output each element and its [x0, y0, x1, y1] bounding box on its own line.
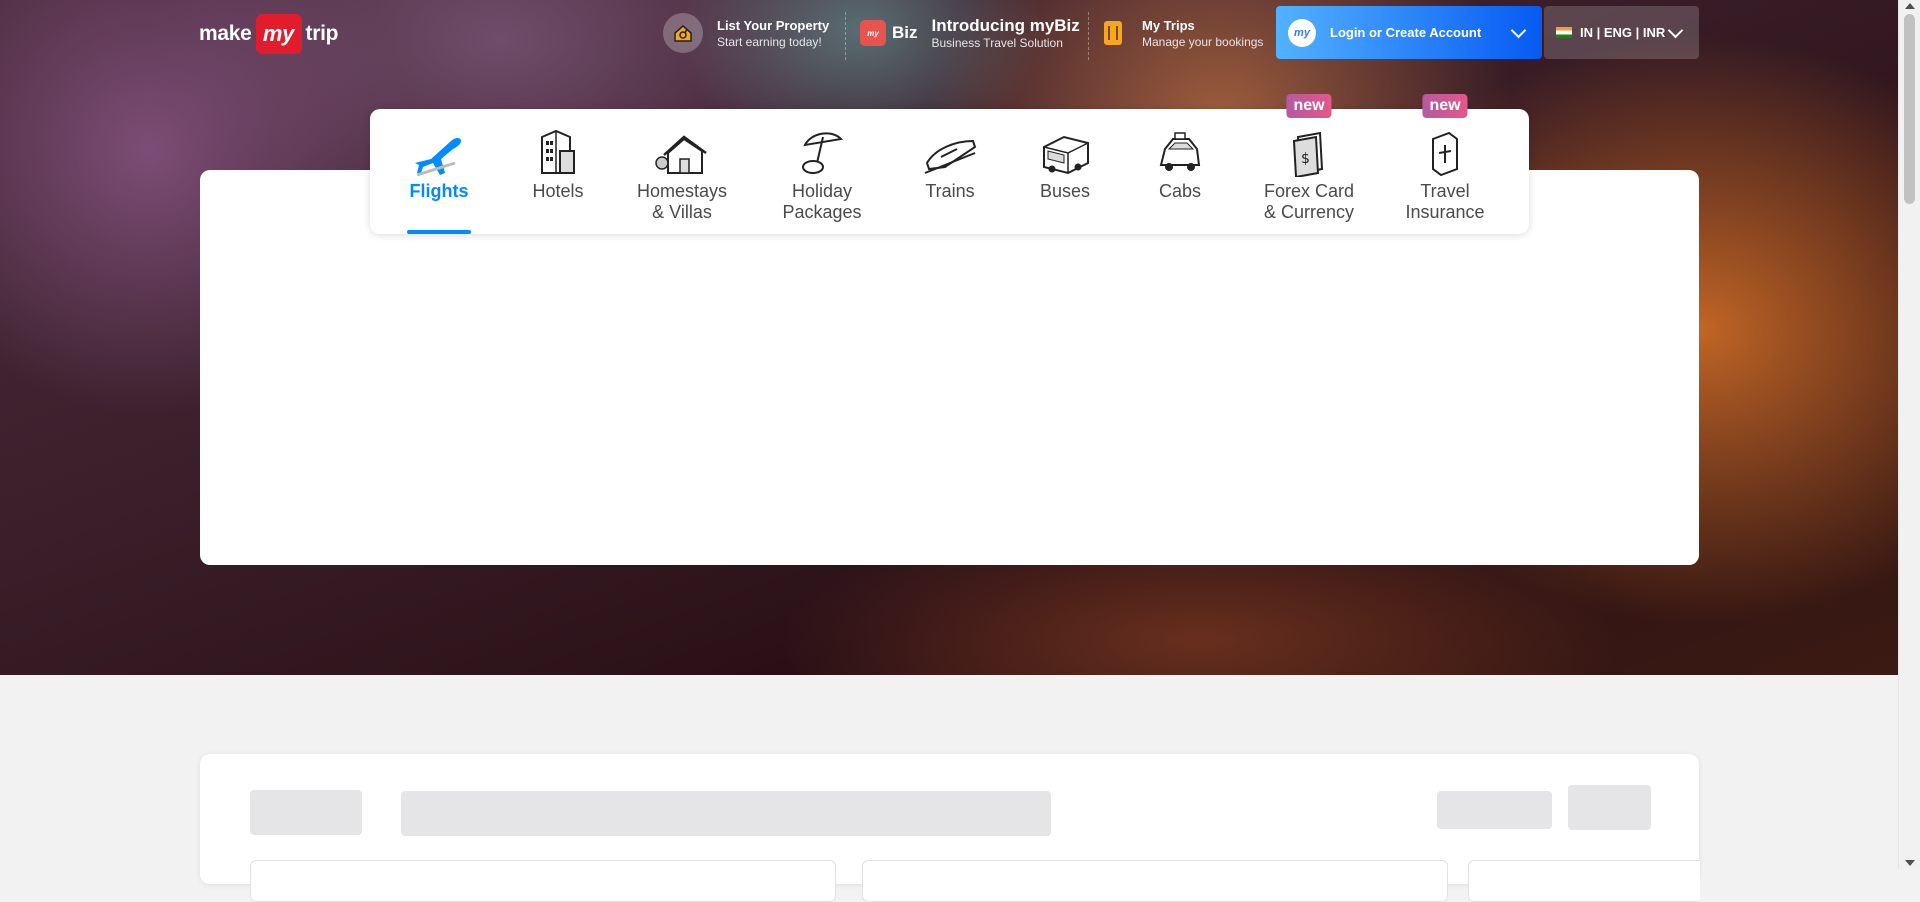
chevron-down-icon: [1667, 22, 1684, 38]
bus-icon: [1025, 119, 1105, 177]
scrollbar-thumb[interactable]: [1904, 14, 1915, 204]
tab-hotels[interactable]: Hotels: [518, 109, 598, 234]
property-icon: [663, 13, 703, 53]
logo-text-trip: trip: [305, 22, 339, 45]
tab-label-line1: Forex Card: [1263, 181, 1355, 201]
chevron-down-icon: [1510, 22, 1527, 38]
login-label: Login or Create Account: [1330, 25, 1482, 40]
list-property-link[interactable]: List Your Property Start earning today!: [663, 10, 829, 56]
homestay-icon: [632, 119, 732, 177]
tab-label-line2: Packages: [782, 202, 862, 222]
svg-text:$: $: [1301, 151, 1310, 167]
scroll-up-arrow-icon[interactable]: [1905, 3, 1915, 9]
tab-forex[interactable]: new $ Forex Card & Currency: [1255, 94, 1363, 234]
my-trips-subtitle: Manage your bookings: [1142, 34, 1264, 49]
tab-buses[interactable]: Buses: [1025, 109, 1105, 234]
tab-homestays[interactable]: Homestays & Villas: [632, 109, 732, 234]
skeleton-block: [1437, 791, 1552, 829]
makemytrip-logo[interactable]: make my trip: [199, 14, 338, 54]
new-badge: new: [1422, 94, 1468, 118]
mybiz-badge-text: Biz: [892, 23, 918, 42]
header-divider: [1088, 12, 1090, 60]
tab-label-line1: Travel: [1420, 181, 1470, 201]
skeleton-card: [1468, 860, 1700, 902]
mybiz-link[interactable]: my Biz Introducing myBiz Business Travel…: [860, 10, 1080, 56]
mybiz-title: Introducing myBiz: [931, 16, 1080, 35]
skeleton-block: [1568, 785, 1651, 830]
mmt-avatar-icon: my: [1288, 18, 1316, 47]
tab-label-line2: & Villas: [652, 202, 712, 222]
lob-tab-bar: Flights Hotels Homestays & Villas Holida…: [370, 94, 1529, 234]
plane-icon: [407, 119, 471, 177]
tab-label: Buses: [1039, 181, 1091, 201]
skeleton-block: [401, 791, 1051, 836]
tab-label-line2: Insurance: [1405, 202, 1485, 222]
list-property-subtitle: Start earning today!: [717, 34, 822, 49]
tab-label-line2: & Currency: [1263, 202, 1355, 222]
skeleton-block: [250, 790, 362, 835]
my-trips-link[interactable]: My Trips Manage your bookings: [1104, 10, 1263, 56]
tab-label: Hotels: [532, 181, 584, 201]
insurance-icon: [1400, 119, 1490, 177]
cab-icon: [1140, 119, 1220, 177]
forex-icon: $: [1255, 119, 1363, 177]
locale-label: IN | ENG | INR: [1580, 25, 1666, 40]
tab-label: Flights: [409, 181, 469, 201]
tab-label: Trains: [925, 181, 975, 201]
tab-holiday-packages[interactable]: Holiday Packages: [772, 109, 872, 234]
locale-selector[interactable]: IN | ENG | INR: [1544, 6, 1699, 59]
india-flag-icon: [1556, 27, 1572, 38]
list-property-title: List Your Property: [717, 17, 830, 33]
mybiz-subtitle: Business Travel Solution: [931, 36, 1063, 50]
hotel-icon: [518, 119, 598, 177]
train-icon: [910, 119, 990, 177]
tab-cabs[interactable]: Cabs: [1140, 109, 1220, 234]
new-badge: new: [1286, 94, 1332, 118]
tab-travel-insurance[interactable]: new Travel Insurance: [1400, 94, 1490, 234]
tab-trains[interactable]: Trains: [910, 109, 990, 234]
tab-label-line1: Holiday: [791, 181, 853, 201]
skeleton-card: [862, 860, 1448, 902]
scroll-down-arrow-icon[interactable]: [1905, 860, 1915, 866]
logo-text-make: make: [199, 22, 252, 45]
mybiz-bag-icon: my: [860, 20, 886, 46]
skeleton-card: [250, 860, 836, 902]
logo-text-my: my: [255, 14, 302, 54]
tab-flights[interactable]: Flights: [407, 109, 471, 234]
page-scrollbar[interactable]: [1898, 0, 1920, 869]
my-trips-title: My Trips: [1142, 17, 1195, 33]
offers-section-skeleton: [200, 754, 1700, 902]
header-divider: [845, 12, 847, 60]
tab-label-line1: Homestays: [636, 181, 728, 201]
suitcase-icon: [1104, 21, 1122, 45]
holiday-icon: [772, 119, 872, 177]
active-tab-indicator: [407, 230, 471, 234]
tab-label: Cabs: [1158, 181, 1202, 201]
login-button[interactable]: my Login or Create Account: [1276, 6, 1542, 59]
